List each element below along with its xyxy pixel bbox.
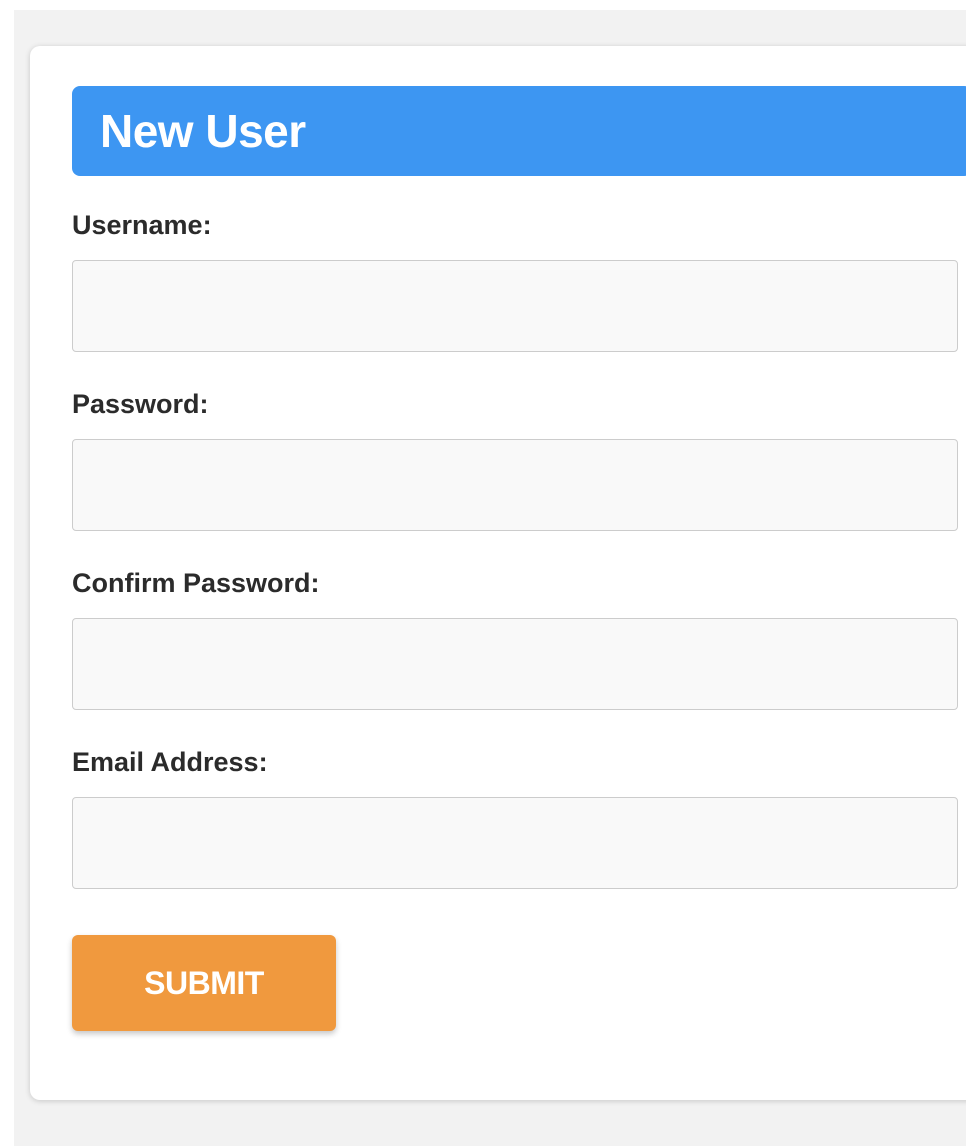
email-address-input[interactable] [72,797,958,889]
username-input[interactable] [72,260,958,352]
form-header: New User [72,86,966,176]
submit-button[interactable]: SUBMIT [72,935,336,1031]
username-label: Username: [72,210,212,240]
confirm-password-input[interactable] [72,618,958,710]
email-address-label: Email Address: [72,747,268,777]
confirm-password-label: Confirm Password: [72,568,320,598]
password-label: Password: [72,389,209,419]
password-input[interactable] [72,439,958,531]
new-user-form-card: New User Username: Password: Confirm Pas… [30,46,966,1100]
form-title: New User [100,105,306,157]
